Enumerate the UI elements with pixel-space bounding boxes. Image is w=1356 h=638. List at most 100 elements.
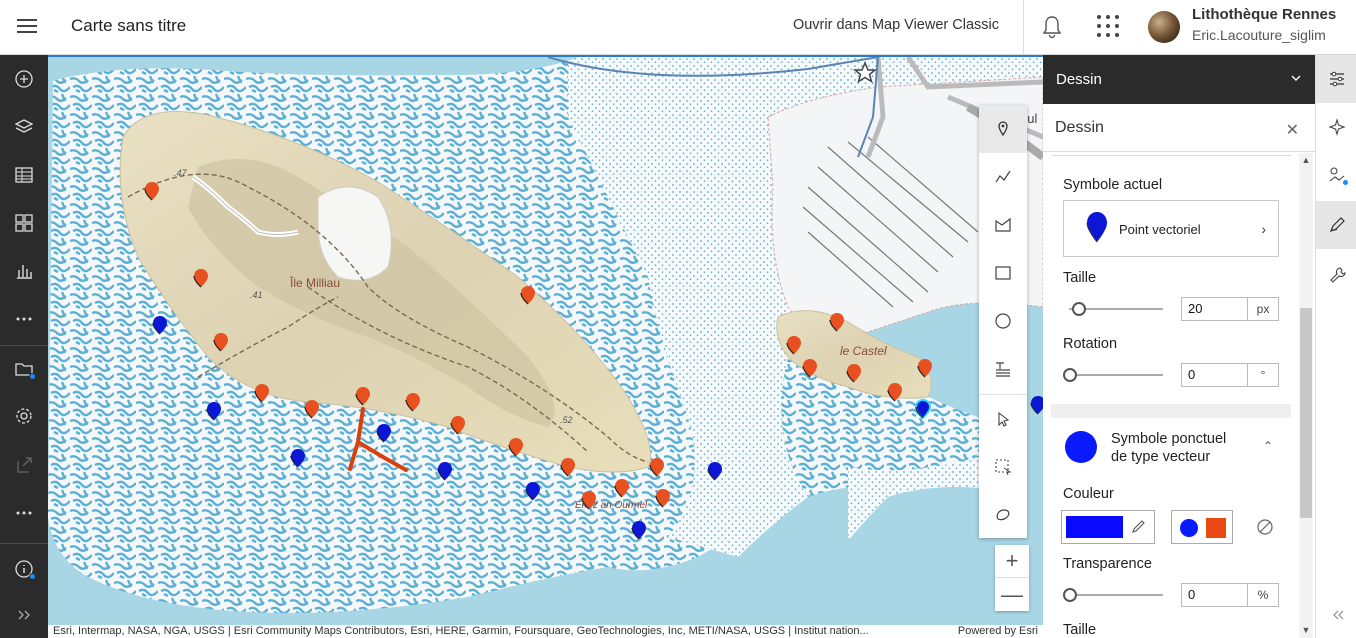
configure-button[interactable] [1316, 251, 1356, 299]
size-input[interactable]: 20 px [1181, 297, 1279, 321]
open-classic-link[interactable]: Ouvrir dans Map Viewer Classic [793, 17, 999, 33]
slider-knob[interactable] [1063, 368, 1077, 382]
close-icon[interactable]: ✕ [1286, 120, 1299, 140]
map-title[interactable]: Carte sans titre [71, 16, 186, 36]
user-name[interactable]: Lithothèque Rennes [1192, 6, 1336, 23]
more-tools-button[interactable] [0, 299, 48, 339]
orange-point-marker[interactable] [887, 382, 903, 402]
info-button[interactable] [0, 549, 48, 589]
expand-toolbar-button[interactable] [0, 595, 48, 635]
orange-point-marker[interactable] [846, 363, 862, 383]
no-color-icon[interactable] [1256, 518, 1274, 536]
settings-button[interactable] [0, 396, 48, 436]
blue-point-marker[interactable] [376, 423, 392, 443]
rectangle-tool[interactable] [979, 249, 1027, 297]
orange-point-marker[interactable] [614, 478, 630, 498]
rotation-value[interactable]: 0 [1182, 364, 1248, 386]
share-button[interactable] [0, 445, 48, 485]
rotation-slider[interactable] [1063, 368, 1163, 382]
map-view[interactable]: Île Milliau le Castel Enez an Ourmel .47… [48, 55, 1043, 625]
blue-point-marker[interactable] [915, 399, 931, 419]
orange-point-marker[interactable] [655, 488, 671, 508]
blue-point-marker[interactable] [631, 520, 647, 540]
orange-point-marker[interactable] [405, 392, 421, 412]
orange-point-marker[interactable] [193, 268, 209, 288]
blue-point-marker[interactable] [1030, 395, 1043, 415]
lasso-tool[interactable] [979, 491, 1027, 539]
polyline-tool[interactable] [979, 153, 1027, 201]
styles-button[interactable] [1316, 151, 1356, 199]
powered-by-esri[interactable]: Powered by Esri [949, 625, 1038, 638]
orange-point-marker[interactable] [829, 312, 845, 332]
recent-color-orange[interactable] [1206, 518, 1226, 538]
symbol-section-header[interactable]: Symbole ponctuel de type vecteur ⌃ [1051, 417, 1291, 481]
transparency-slider[interactable] [1063, 588, 1163, 602]
transparency-value[interactable]: 0 [1182, 584, 1248, 606]
share-icon [17, 457, 32, 473]
orange-point-marker[interactable] [786, 335, 802, 355]
zoom-in-button[interactable]: + [995, 545, 1029, 578]
circle-tool[interactable] [979, 297, 1027, 345]
orange-point-marker[interactable] [520, 285, 536, 305]
blue-point-marker[interactable] [152, 315, 168, 335]
text-tool[interactable] [979, 345, 1027, 393]
map-label-island-main: Île Milliau [290, 276, 341, 290]
save-button[interactable] [0, 349, 48, 389]
layers-button[interactable] [0, 107, 48, 147]
orange-point-marker[interactable] [649, 457, 665, 477]
polygon-tool[interactable] [979, 201, 1027, 249]
basemap-button[interactable] [0, 203, 48, 243]
blue-point-marker[interactable] [437, 461, 453, 481]
orange-point-marker[interactable] [802, 358, 818, 378]
zoom-out-button[interactable]: — [995, 578, 1029, 611]
properties-button[interactable] [1316, 55, 1356, 103]
blue-point-marker[interactable] [525, 481, 541, 501]
basemap [48, 57, 1043, 625]
more-options-button[interactable] [0, 493, 48, 533]
sketch-button[interactable] [1316, 201, 1356, 249]
transparency-input[interactable]: 0 % [1181, 583, 1279, 607]
blue-point-marker[interactable] [707, 461, 723, 481]
notifications-icon[interactable] [1040, 14, 1064, 40]
panel-scrollbar[interactable]: ▲ ▼ [1299, 153, 1313, 638]
blue-point-marker[interactable] [290, 448, 306, 468]
size-value[interactable]: 20 [1182, 298, 1248, 320]
orange-point-marker[interactable] [304, 399, 320, 419]
point-tool[interactable] [979, 105, 1027, 153]
menu-icon[interactable] [17, 16, 37, 36]
select-rectangle-icon [995, 459, 1012, 476]
select-rectangle-tool[interactable] [979, 443, 1027, 491]
orange-point-marker[interactable] [508, 437, 524, 457]
recent-color-blue[interactable] [1180, 519, 1198, 537]
orange-point-marker[interactable] [917, 358, 933, 378]
size-slider[interactable] [1063, 302, 1163, 316]
blue-point-marker[interactable] [206, 401, 222, 421]
collapse-button[interactable] [1316, 591, 1356, 638]
effects-icon [1327, 118, 1346, 136]
orange-point-marker[interactable] [560, 457, 576, 477]
chevron-down-icon[interactable] [1289, 71, 1303, 85]
tables-button[interactable] [0, 155, 48, 195]
orange-point-marker[interactable] [581, 490, 597, 510]
rotation-input[interactable]: 0 ° [1181, 363, 1279, 387]
orange-point-marker[interactable] [213, 332, 229, 352]
add-layer-button[interactable] [0, 59, 48, 99]
chevron-up-icon[interactable]: ⌃ [1263, 439, 1273, 453]
scroll-down-icon[interactable]: ▼ [1301, 625, 1311, 635]
select-tool[interactable] [979, 395, 1027, 443]
slider-knob[interactable] [1071, 302, 1086, 316]
orange-point-marker[interactable] [450, 415, 466, 435]
color-label: Couleur [1063, 486, 1114, 502]
app-launcher-icon[interactable] [1096, 14, 1120, 38]
orange-point-marker[interactable] [144, 181, 160, 201]
effects-button[interactable] [1316, 103, 1356, 151]
charts-button[interactable] [0, 251, 48, 291]
scrollbar-thumb[interactable] [1300, 308, 1312, 518]
current-symbol-card[interactable]: Point vectoriel › [1063, 200, 1279, 257]
scroll-up-icon[interactable]: ▲ [1301, 155, 1311, 165]
avatar[interactable] [1148, 11, 1180, 43]
color-picker[interactable] [1061, 510, 1155, 544]
orange-point-marker[interactable] [355, 386, 371, 406]
orange-point-marker[interactable] [254, 383, 270, 403]
slider-knob[interactable] [1063, 588, 1077, 602]
